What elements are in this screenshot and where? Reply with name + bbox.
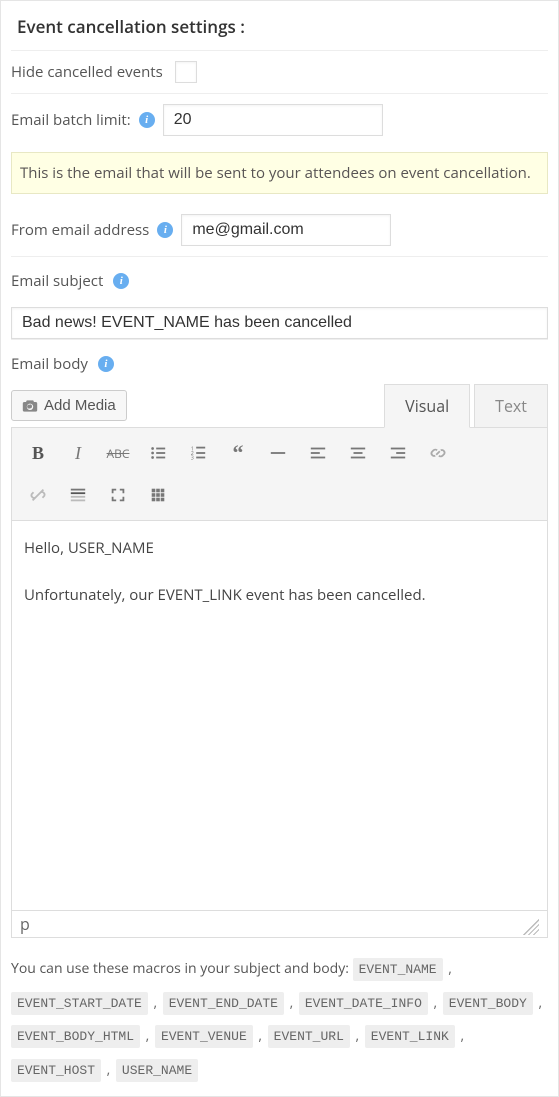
macro-chip: EVENT_HOST: [11, 1059, 101, 1082]
editor-status-bar: p: [11, 911, 548, 938]
hide-cancelled-row: Hide cancelled events: [11, 50, 548, 93]
macro-chip: EVENT_VENUE: [155, 1025, 253, 1048]
macro-chip: EVENT_DATE_INFO: [299, 992, 428, 1015]
align-right-button[interactable]: [378, 438, 418, 468]
info-icon[interactable]: i: [157, 222, 173, 238]
add-media-button[interactable]: Add Media: [11, 390, 127, 421]
editor-tabs: Visual Text: [384, 384, 548, 428]
macro-chip: EVENT_BODY: [443, 992, 533, 1015]
subject-section: Email subject i: [11, 256, 548, 301]
italic-button[interactable]: I: [58, 438, 98, 468]
from-email-input[interactable]: [181, 214, 391, 246]
macro-chip: EVENT_BODY_HTML: [11, 1025, 140, 1048]
toolbar-toggle-button[interactable]: [138, 480, 178, 510]
info-icon[interactable]: i: [113, 273, 129, 289]
macro-chip: EVENT_URL: [268, 1025, 350, 1048]
editor-header: Add Media Visual Text: [11, 384, 548, 427]
add-media-label: Add Media: [44, 397, 116, 414]
from-email-row: From email address i: [11, 204, 548, 256]
macro-chip: EVENT_LINK: [365, 1025, 455, 1048]
tab-visual[interactable]: Visual: [384, 384, 470, 428]
macro-chip: EVENT_START_DATE: [11, 992, 148, 1015]
strikethrough-button[interactable]: ABC: [98, 438, 138, 468]
element-path[interactable]: p: [20, 913, 30, 935]
from-email-label: From email address: [11, 220, 149, 240]
bulleted-list-button[interactable]: [138, 438, 178, 468]
panel-title: Event cancellation settings :: [11, 11, 548, 50]
svg-text:3: 3: [191, 453, 194, 461]
body-section: Email body i: [11, 339, 548, 384]
link-button[interactable]: [418, 438, 458, 468]
subject-input[interactable]: [11, 307, 548, 339]
email-notice: This is the email that will be sent to y…: [11, 152, 548, 194]
batch-limit-input[interactable]: [163, 104, 383, 136]
blockquote-button[interactable]: “: [218, 438, 258, 468]
fullscreen-button[interactable]: [98, 480, 138, 510]
hide-cancelled-checkbox[interactable]: [175, 61, 197, 83]
macro-chip: EVENT_NAME: [353, 958, 443, 981]
numbered-list-button[interactable]: 123: [178, 438, 218, 468]
editor-toolbar: B I ABC 123 “: [11, 427, 548, 521]
align-left-button[interactable]: [298, 438, 338, 468]
macro-chip: EVENT_END_DATE: [163, 992, 284, 1015]
body-label: Email body: [11, 354, 88, 374]
event-cancellation-settings-panel: Event cancellation settings : Hide cance…: [0, 0, 559, 1097]
macros-help: You can use these macros in your subject…: [11, 938, 548, 1086]
batch-limit-label: Email batch limit:: [11, 110, 131, 130]
horizontal-rule-button[interactable]: [258, 438, 298, 468]
insert-more-button[interactable]: [58, 480, 98, 510]
editor-line: Hello, USER_NAME: [24, 537, 535, 560]
info-icon[interactable]: i: [139, 112, 155, 128]
bold-button[interactable]: B: [18, 438, 58, 468]
batch-limit-row: Email batch limit: i: [11, 93, 548, 146]
macros-intro: You can use these macros in your subject…: [11, 959, 349, 978]
align-center-button[interactable]: [338, 438, 378, 468]
editor-line: Unfortunately, our EVENT_LINK event has …: [24, 584, 535, 607]
subject-label: Email subject: [11, 271, 103, 291]
unlink-button[interactable]: [18, 480, 58, 510]
tab-text[interactable]: Text: [474, 384, 548, 428]
editor-content[interactable]: Hello, USER_NAME Unfortunately, our EVEN…: [11, 521, 548, 911]
camera-icon: [22, 398, 38, 414]
hide-cancelled-label: Hide cancelled events: [11, 62, 163, 82]
resize-handle[interactable]: [523, 919, 539, 935]
macro-chip: USER_NAME: [116, 1059, 198, 1082]
info-icon[interactable]: i: [98, 356, 114, 372]
